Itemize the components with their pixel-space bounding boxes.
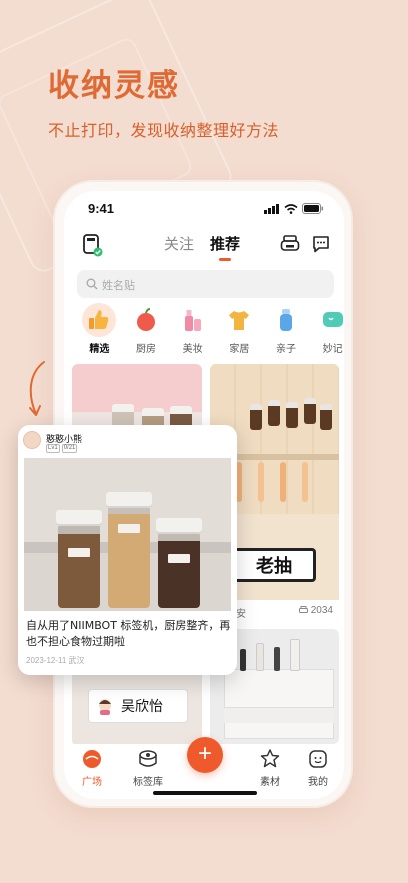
category-parenting[interactable]: 亲子 — [263, 307, 310, 355]
chat-icon — [322, 312, 343, 327]
search-placeholder: 姓名贴 — [102, 279, 135, 292]
tab-materials[interactable]: 素材 — [246, 748, 294, 788]
curved-arrow-icon — [29, 361, 45, 416]
level-badge: Lv1 — [46, 444, 60, 453]
category-row: 精选 厨房 美妆 家居 亲子 妙记 — [76, 303, 344, 355]
tab-label-library[interactable]: 标签库 — [124, 748, 172, 788]
cartoon-girl-icon — [99, 699, 111, 715]
cosmetics-icon — [184, 310, 201, 331]
battery-icon — [302, 203, 324, 214]
printer-icon[interactable] — [280, 235, 300, 253]
thumbs-up-icon — [82, 303, 117, 337]
post-date-location: 2023-12-11 武汉 — [26, 656, 85, 665]
search-input[interactable]: 姓名贴 — [77, 270, 334, 298]
printer-status-icon[interactable] — [82, 233, 104, 257]
name-sticker: 吴欣怡 — [88, 689, 188, 723]
profile-face-icon — [309, 750, 327, 768]
wifi-icon — [284, 203, 298, 214]
category-kitchen[interactable]: 厨房 — [123, 307, 170, 355]
status-time: 9:41 — [88, 201, 115, 216]
post-photo — [24, 458, 231, 611]
category-home[interactable]: 家居 — [216, 307, 263, 355]
search-icon — [86, 278, 98, 290]
tab-recommended[interactable]: 推荐 — [210, 233, 240, 261]
soy-sauce-label: 老抽 — [232, 548, 316, 582]
category-featured[interactable]: 精选 — [76, 303, 123, 355]
create-button[interactable]: + — [187, 737, 223, 773]
featured-post-card[interactable]: 憨憨小熊 Lv1 0/21 自从用了NIIMBOT 标签机，厨房整齐，再也不担心… — [18, 425, 237, 675]
category-notes[interactable]: 妙记 — [309, 307, 344, 355]
message-icon[interactable] — [312, 235, 330, 253]
card-print-count: 2034 — [298, 605, 333, 616]
plaza-icon — [83, 750, 101, 768]
status-bar: 9:41 — [64, 191, 344, 227]
bottle-icon — [280, 309, 293, 331]
apple-icon — [137, 308, 155, 331]
star-face-icon — [260, 749, 280, 768]
promo-subline: 不止打印，发现收纳整理好方法 — [48, 121, 280, 140]
tab-plaza[interactable]: 广场 — [68, 748, 116, 788]
stats-badge: 0/21 — [61, 444, 78, 453]
shirt-icon — [229, 311, 250, 330]
post-description: 自从用了NIIMBOT 标签机，厨房整齐，再也不担心食物过期啦 — [26, 619, 231, 648]
label-roll-icon — [139, 750, 157, 767]
tab-following[interactable]: 关注 — [164, 233, 194, 254]
avatar — [23, 431, 41, 449]
user-badges: Lv1 0/21 — [46, 444, 78, 453]
printer-small-icon — [298, 606, 308, 613]
category-beauty[interactable]: 美妆 — [169, 307, 216, 355]
tab-me[interactable]: 我的 — [294, 748, 342, 788]
home-indicator — [153, 791, 257, 795]
promo-headline: 收纳灵感 — [48, 68, 180, 104]
top-nav: 关注 推荐 — [64, 229, 344, 263]
signal-icon — [264, 203, 279, 214]
